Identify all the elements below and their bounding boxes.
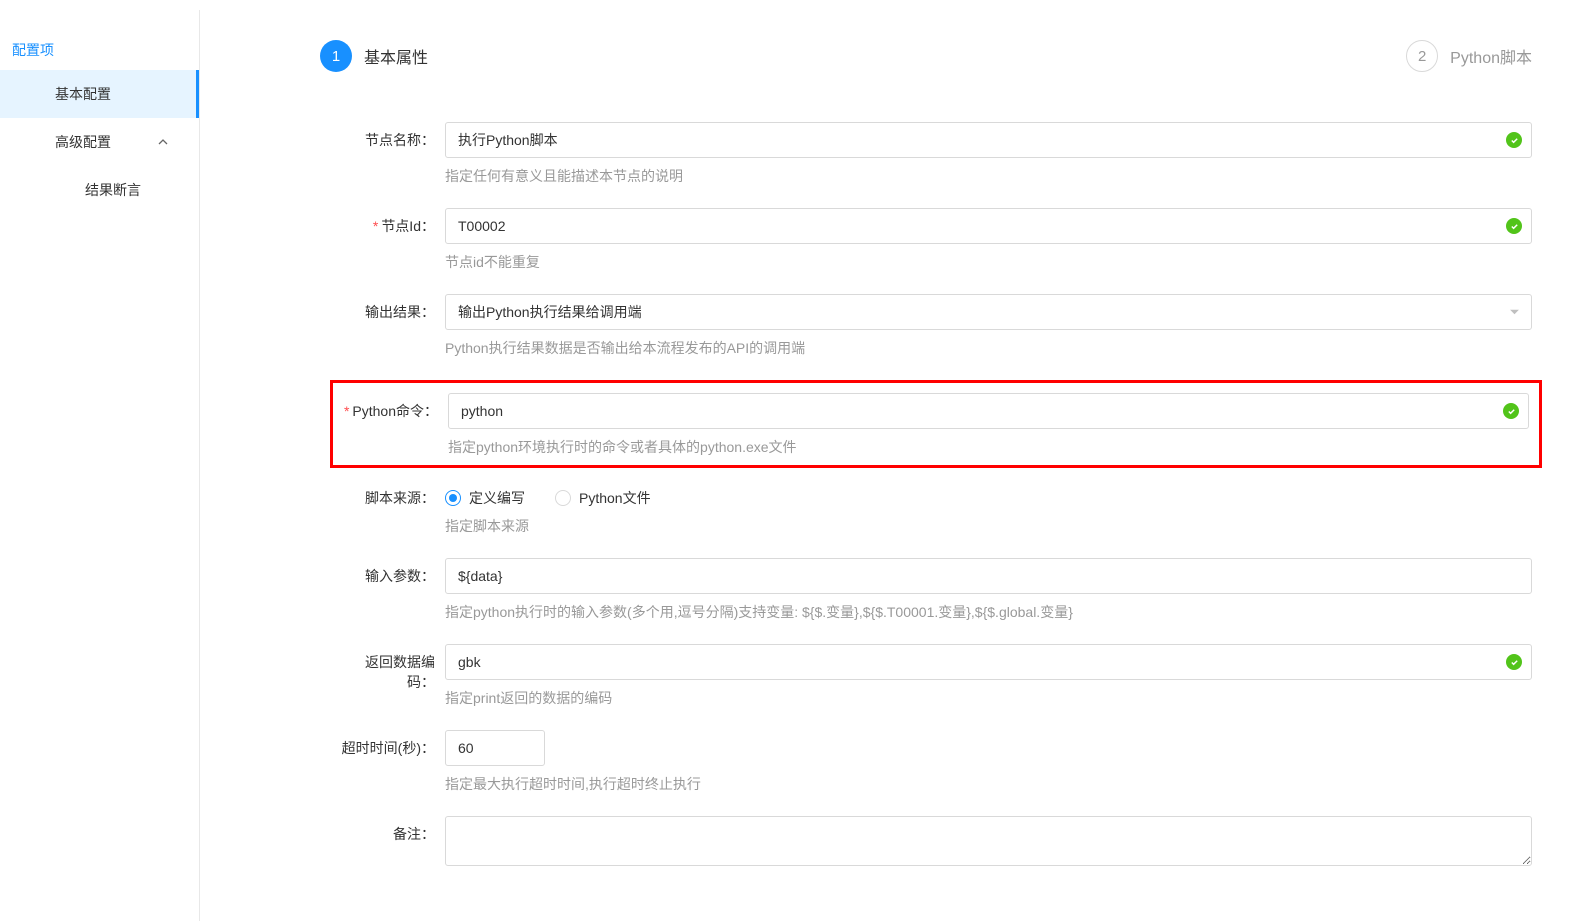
step-circle: 1 [320, 40, 352, 72]
step-circle: 2 [1406, 40, 1438, 72]
node-name-input[interactable] [445, 122, 1532, 158]
remark-textarea[interactable] [445, 816, 1532, 866]
required-marker: * [344, 403, 349, 419]
sidebar-item-basic-config[interactable]: 基本配置 [0, 70, 199, 118]
python-cmd-input[interactable] [448, 393, 1529, 429]
output-result-select[interactable]: 输出Python执行结果给调用端 [445, 294, 1532, 330]
sidebar-item-advanced-config[interactable]: 高级配置 [0, 118, 199, 166]
sidebar-item-label: 高级配置 [55, 132, 111, 152]
chevron-up-icon [157, 136, 169, 148]
hint: 指定最大执行超时时间,执行超时终止执行 [445, 774, 1532, 794]
sidebar-title: 配置项 [0, 30, 199, 70]
step-label: Python脚本 [1450, 44, 1532, 68]
check-icon [1503, 403, 1519, 419]
form-row-timeout: 超时时间(秒)： 指定最大执行超时时间,执行超时终止执行 [340, 730, 1532, 794]
sidebar-item-label: 基本配置 [55, 84, 111, 104]
hint: 指定任何有意义且能描述本节点的说明 [445, 166, 1532, 186]
chevron-down-icon [1509, 307, 1520, 318]
check-icon [1506, 654, 1522, 670]
radio-circle [445, 490, 461, 506]
step-label: 基本属性 [364, 44, 428, 68]
form-label: 返回数据编码： [340, 644, 445, 708]
sidebar-subitem-label: 结果断言 [85, 182, 141, 198]
timeout-input[interactable] [445, 730, 545, 766]
form-row-return-encoding: 返回数据编码： 指定print返回的数据的编码 [340, 644, 1532, 708]
form-label: 输出结果： [340, 294, 445, 358]
form-row-script-source: 脚本来源： 定义编写 Python文件 指定脚本来源 [340, 480, 1532, 536]
form-label: 脚本来源： [340, 480, 445, 536]
form-row-python-cmd: *Python命令： 指定python环境执行时的命令或者具体的python.e… [330, 380, 1542, 468]
radio-option-file[interactable]: Python文件 [555, 488, 651, 508]
step-1[interactable]: 1 基本属性 [320, 40, 428, 72]
input-params-input[interactable] [445, 558, 1532, 594]
form-row-node-name: 节点名称： 指定任何有意义且能描述本节点的说明 [340, 122, 1532, 186]
radio-circle [555, 490, 571, 506]
sidebar: 配置项 基本配置 高级配置 结果断言 [0, 10, 200, 921]
hint: Python执行结果数据是否输出给本流程发布的API的调用端 [445, 338, 1532, 358]
hint: 指定python环境执行时的命令或者具体的python.exe文件 [448, 437, 1529, 457]
form: 节点名称： 指定任何有意义且能描述本节点的说明 *节点Id： [320, 122, 1532, 869]
hint: 指定脚本来源 [445, 516, 1532, 536]
form-label: 超时时间(秒)： [340, 730, 445, 794]
radio-option-custom[interactable]: 定义编写 [445, 488, 525, 508]
hint: 节点id不能重复 [445, 252, 1532, 272]
form-row-node-id: *节点Id： 节点id不能重复 [340, 208, 1532, 272]
check-icon [1506, 218, 1522, 234]
form-label: *节点Id： [340, 208, 445, 272]
form-row-output-result: 输出结果： 输出Python执行结果给调用端 Python执行结果数据是否输出给… [340, 294, 1532, 358]
main-content: 1 基本属性 2 Python脚本 节点名称： 指定 [200, 10, 1592, 921]
form-label: 备注： [340, 816, 445, 869]
required-marker: * [373, 218, 378, 234]
form-row-input-params: 输入参数： 指定python执行时的输入参数(多个用,逗号分隔)支持变量: ${… [340, 558, 1532, 622]
hint: 指定python执行时的输入参数(多个用,逗号分隔)支持变量: ${$.变量},… [445, 602, 1532, 622]
form-label: 输入参数： [340, 558, 445, 622]
check-icon [1506, 132, 1522, 148]
form-row-remark: 备注： [340, 816, 1532, 869]
step-2[interactable]: 2 Python脚本 [1406, 40, 1532, 72]
hint: 指定print返回的数据的编码 [445, 688, 1532, 708]
sidebar-subitem-result-assertion[interactable]: 结果断言 [0, 166, 199, 214]
node-id-input[interactable] [445, 208, 1532, 244]
form-label: 节点名称： [340, 122, 445, 186]
radio-label: 定义编写 [469, 488, 525, 508]
form-label: *Python命令： [343, 393, 448, 457]
steps-header: 1 基本属性 2 Python脚本 [320, 40, 1532, 72]
script-source-radio-group: 定义编写 Python文件 [445, 480, 1532, 508]
return-encoding-input[interactable] [445, 644, 1532, 680]
radio-label: Python文件 [579, 488, 651, 508]
